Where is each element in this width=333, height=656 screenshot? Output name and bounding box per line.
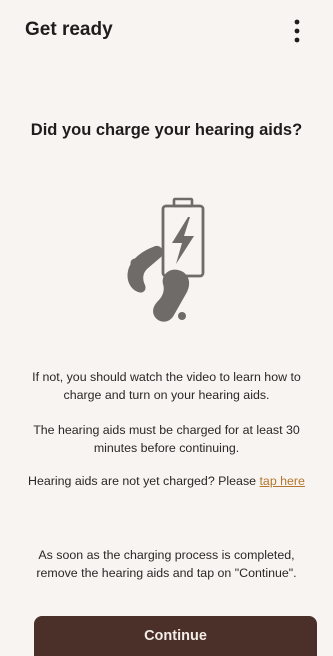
hearing-aids-charging-illustration	[116, 193, 226, 333]
hearing-aids-charging-icon	[127, 197, 205, 322]
page-title: Get ready	[25, 19, 113, 40]
overflow-menu-button[interactable]	[285, 16, 309, 46]
more-vertical-icon	[294, 19, 300, 43]
app-header: Get ready	[0, 0, 333, 62]
video-instructions-text: If not, you should watch the video to le…	[32, 370, 301, 402]
not-charged-prefix: Hearing aids are not yet charged? Please	[28, 474, 260, 488]
continue-button[interactable]: Continue	[34, 616, 317, 656]
not-charged-text: Hearing aids are not yet charged? Please…	[18, 472, 315, 490]
tap-here-link[interactable]: tap here	[259, 474, 304, 488]
completion-instructions-text: As soon as the charging process is compl…	[36, 548, 297, 580]
charge-question: Did you charge your hearing aids?	[30, 121, 303, 139]
charge-duration-text: The hearing aids must be charged for at …	[33, 423, 300, 455]
